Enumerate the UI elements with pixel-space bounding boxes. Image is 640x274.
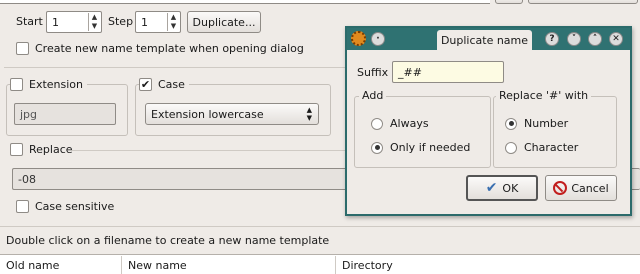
step-label: Step	[108, 15, 134, 28]
suffix-input[interactable]: _##	[392, 61, 504, 83]
column-header-old-name[interactable]: Old name	[0, 256, 122, 274]
separator	[4, 67, 349, 68]
extension-check-icon[interactable]	[10, 78, 23, 91]
suffix-label: Suffix	[357, 66, 389, 79]
add-group	[354, 96, 491, 168]
extension-label: Extension	[29, 78, 84, 91]
separator-2	[0, 226, 640, 227]
case-sensitive-checkbox[interactable]: Case sensitive	[16, 200, 114, 213]
spin-down-icon[interactable]: ▼	[168, 22, 179, 31]
replace-input[interactable]: -08	[12, 168, 352, 190]
chevron-up-icon[interactable]: ˄	[588, 32, 602, 46]
ok-button[interactable]: ✔ OK	[466, 175, 538, 201]
top-strip-button[interactable]	[495, 0, 523, 4]
create-template-check-icon[interactable]	[16, 42, 29, 55]
extension-value: jpg	[20, 107, 38, 121]
cancel-button-label: Cancel	[571, 181, 609, 195]
spin-up-icon[interactable]: ▲	[89, 13, 100, 22]
case-checkbox[interactable]: ✔ Case	[139, 78, 189, 91]
gear-icon[interactable]	[351, 31, 366, 46]
dialog-title-text: Duplicate name	[440, 33, 529, 47]
cancel-button[interactable]: Cancel	[545, 175, 617, 201]
replace-check-icon[interactable]	[10, 143, 23, 156]
spin-up-icon[interactable]: ▲	[168, 13, 179, 22]
close-icon[interactable]: ✕	[609, 32, 623, 46]
forbidden-icon	[553, 181, 568, 195]
case-sensitive-label: Case sensitive	[35, 200, 115, 213]
duplicate-button[interactable]: Duplicate...	[187, 11, 261, 33]
pin-icon[interactable]: ·	[371, 32, 385, 46]
case-select[interactable]: Extension lowercase ▲ ▼	[145, 103, 319, 125]
checkmark-icon: ✔	[485, 180, 498, 196]
replace-character-radio[interactable]: Character	[505, 141, 578, 154]
case-check-icon[interactable]: ✔	[139, 78, 152, 91]
hint-text: Double click on a filename to create a n…	[6, 234, 330, 247]
radio-icon[interactable]	[371, 117, 383, 130]
updown-arrow-icon: ▲ ▼	[306, 106, 312, 122]
replace-number-label: Number	[524, 117, 569, 130]
column-label: Old name	[6, 258, 60, 272]
radio-icon[interactable]	[505, 141, 517, 154]
add-only-if-needed-label: Only if needed	[390, 141, 471, 154]
spin-down-icon[interactable]: ▼	[89, 22, 100, 31]
add-always-label: Always	[390, 117, 429, 130]
step-value: 1	[141, 15, 148, 29]
step-spinbox[interactable]: 1 ▲ ▼	[135, 11, 181, 33]
case-label: Case	[158, 78, 185, 91]
replace-checkbox[interactable]: Replace	[10, 143, 73, 156]
extension-input[interactable]: jpg	[14, 103, 116, 125]
dialog-title: Duplicate name	[437, 30, 532, 50]
replace-hash-group	[493, 96, 617, 168]
start-spinbox[interactable]: 1 ▲ ▼	[46, 11, 102, 33]
replace-character-label: Character	[524, 141, 579, 154]
dialog-titlebar[interactable]: · Duplicate name ? ˅ ˄ ✕	[347, 28, 630, 50]
column-header-directory[interactable]: Directory	[336, 256, 640, 274]
top-strip-button-2[interactable]	[528, 0, 638, 4]
replace-separator	[72, 150, 347, 151]
extension-checkbox[interactable]: Extension	[10, 78, 88, 91]
chevron-down-icon[interactable]: ˅	[567, 32, 581, 46]
radio-icon[interactable]	[505, 117, 517, 130]
case-sensitive-check-icon[interactable]	[16, 200, 29, 213]
duplicate-button-label: Duplicate...	[192, 15, 256, 29]
step-spin-buttons[interactable]: ▲ ▼	[167, 13, 179, 31]
start-label: Start	[16, 15, 43, 28]
case-selected-value: Extension lowercase	[151, 107, 264, 121]
start-value: 1	[52, 15, 59, 29]
column-label: Directory	[342, 258, 393, 272]
start-spin-buttons[interactable]: ▲ ▼	[88, 13, 100, 31]
create-template-checkbox[interactable]: Create new name template when opening di…	[16, 42, 304, 55]
create-template-label: Create new name template when opening di…	[35, 42, 304, 55]
replace-hash-group-title: Replace '#' with	[496, 89, 592, 102]
help-icon[interactable]: ?	[545, 32, 559, 46]
add-always-radio[interactable]: Always	[371, 117, 429, 130]
replace-value: -08	[18, 172, 36, 186]
add-group-title: Add	[359, 89, 387, 102]
add-only-if-needed-radio[interactable]: Only if needed	[371, 141, 470, 154]
top-input-strip	[0, 0, 490, 4]
suffix-value: _##	[398, 65, 422, 79]
ok-button-label: OK	[502, 181, 519, 195]
column-header-new-name[interactable]: New name	[122, 256, 336, 274]
replace-number-radio[interactable]: Number	[505, 117, 568, 130]
column-label: New name	[128, 258, 187, 272]
radio-icon[interactable]	[371, 141, 383, 154]
duplicate-name-dialog: · Duplicate name ? ˅ ˄ ✕ Suffix _## Add …	[345, 26, 632, 216]
replace-label: Replace	[29, 143, 73, 156]
